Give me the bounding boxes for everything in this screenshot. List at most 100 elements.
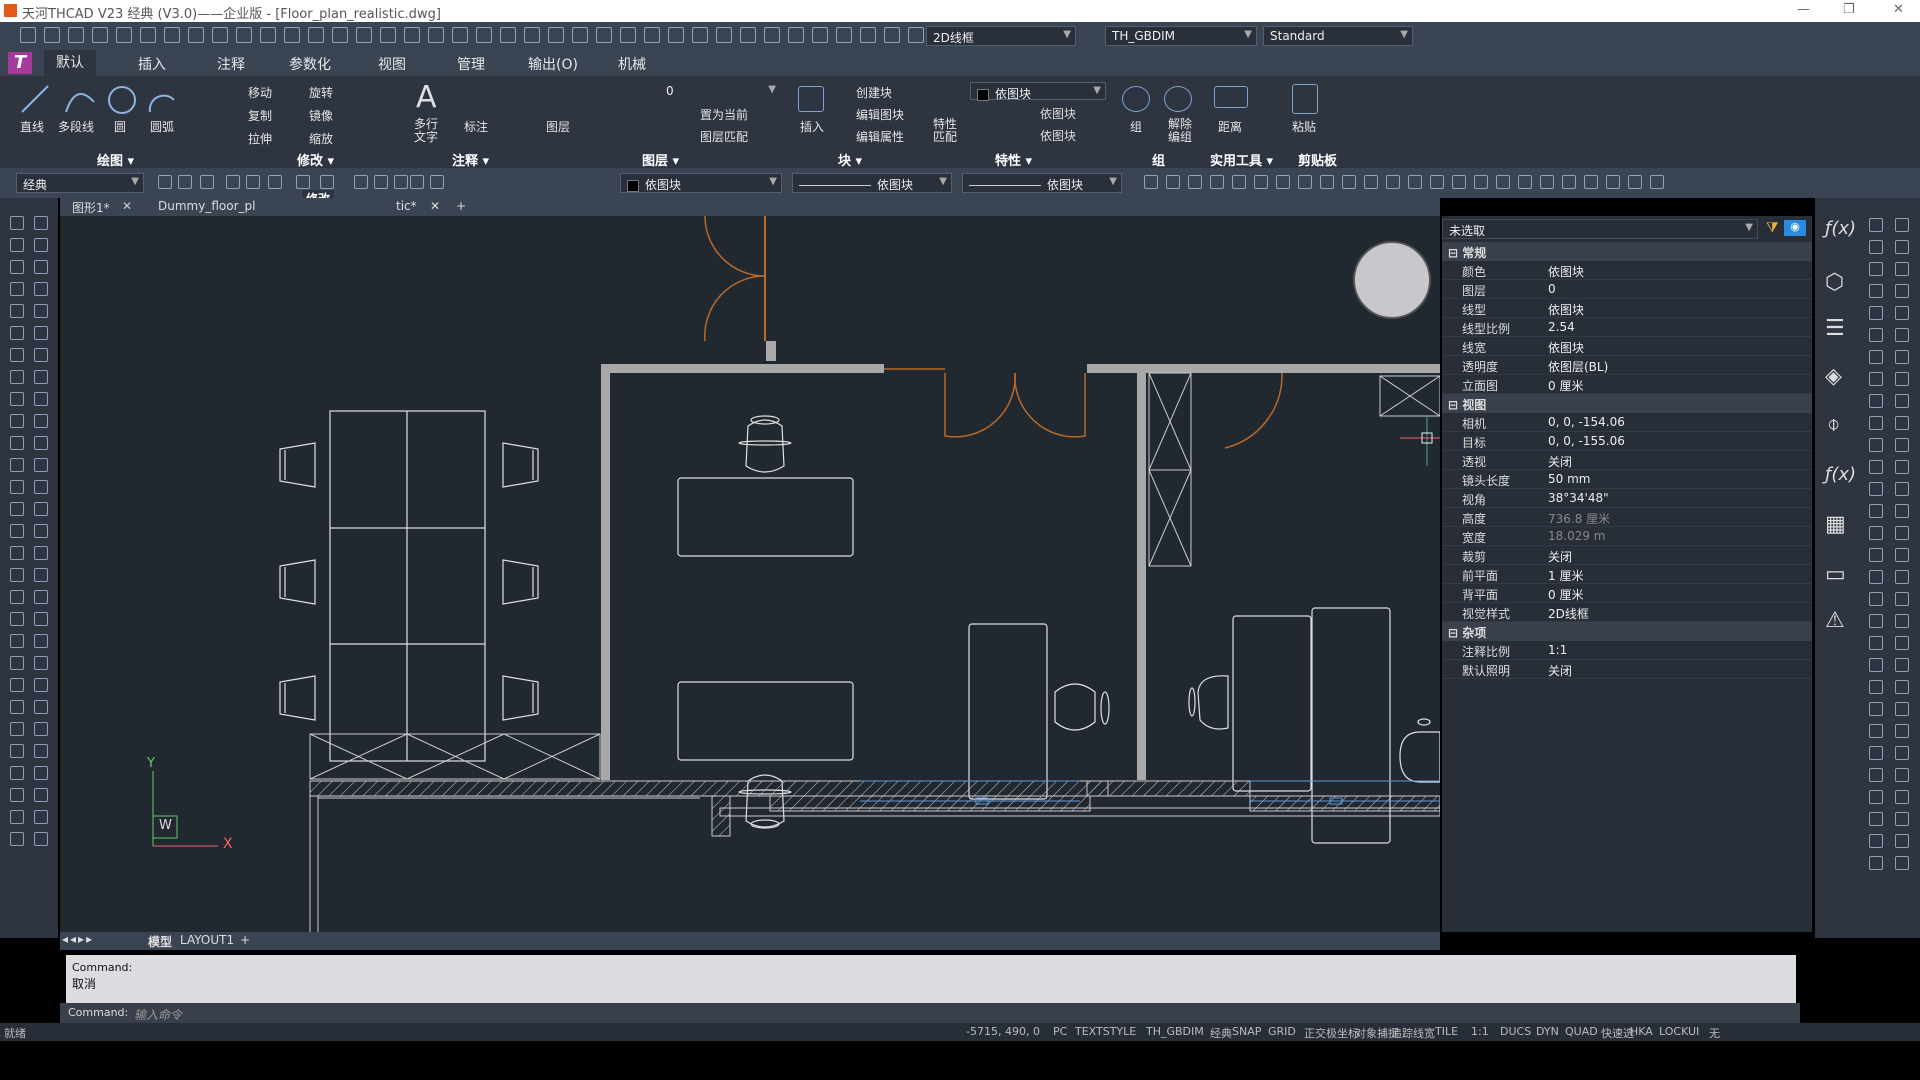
- properties-group-label[interactable]: 特性 ▾: [995, 150, 1032, 169]
- toolbar-icon[interactable]: [1895, 702, 1909, 716]
- property-row[interactable]: 线型 依图块: [1442, 299, 1812, 318]
- property-row[interactable]: 宽度 18.029 m: [1442, 527, 1812, 546]
- layout-nav-arrows[interactable]: ◂◂▸▸: [62, 932, 94, 946]
- minimize-button[interactable]: —: [1797, 2, 1810, 17]
- toolbar-icon[interactable]: [200, 175, 214, 189]
- tab-manage[interactable]: 管理: [457, 54, 485, 74]
- paste-button[interactable]: 粘贴: [1292, 118, 1316, 135]
- toolbar-icon[interactable]: [10, 568, 24, 582]
- toolbar-icon[interactable]: [10, 282, 24, 296]
- mtext-button[interactable]: 多行文字: [414, 118, 444, 144]
- toolbar-icon[interactable]: [44, 27, 60, 43]
- toolbar-icon[interactable]: [34, 480, 48, 494]
- toolbar-icon[interactable]: [10, 634, 24, 648]
- viewcube-compass[interactable]: [1353, 241, 1431, 319]
- toolbar-icon[interactable]: [164, 27, 180, 43]
- toolbar-icon[interactable]: [812, 27, 828, 43]
- color-dropdown[interactable]: 依图块 ▼: [970, 82, 1106, 101]
- toolbar-icon[interactable]: [374, 175, 388, 189]
- toolbar-icon[interactable]: [10, 832, 24, 846]
- toolbar-icon[interactable]: [246, 175, 260, 189]
- tab-parametric[interactable]: 参数化: [289, 54, 331, 74]
- copy-button[interactable]: 复制: [248, 107, 272, 124]
- command-input[interactable]: 输入命令: [134, 1006, 182, 1023]
- polyline-button[interactable]: 多段线: [58, 118, 94, 135]
- toolbar-icon[interactable]: [1895, 812, 1909, 826]
- visual-style-dropdown[interactable]: 2D线框 ▼: [926, 26, 1076, 46]
- restore-button[interactable]: ❐: [1843, 2, 1855, 17]
- toolbar-icon[interactable]: [10, 502, 24, 516]
- toolbar-icon[interactable]: [34, 260, 48, 274]
- toolbar-icon[interactable]: [1144, 175, 1158, 189]
- toolbar-icon[interactable]: [1518, 175, 1532, 189]
- toolbar-icon[interactable]: [34, 414, 48, 428]
- toolbar-icon[interactable]: [548, 27, 564, 43]
- toolbar-icon[interactable]: [1895, 768, 1909, 782]
- property-value[interactable]: 0 厘米: [1548, 586, 1583, 603]
- doc-tab-3[interactable]: tic*: [396, 199, 417, 213]
- toolbar-icon[interactable]: [1869, 636, 1883, 650]
- add-layout-button[interactable]: +: [240, 933, 250, 947]
- toolbar-icon[interactable]: [452, 27, 468, 43]
- toolbar-icon[interactable]: [1895, 262, 1909, 276]
- toolbar-icon[interactable]: [1895, 636, 1909, 650]
- stretch-button[interactable]: 拉伸: [248, 130, 272, 147]
- edit-block-button[interactable]: 编辑图块: [856, 106, 904, 123]
- toolbar-icon[interactable]: [1869, 218, 1883, 232]
- toolbar-icon[interactable]: [1562, 175, 1576, 189]
- property-row[interactable]: 裁剪 关闭: [1442, 546, 1812, 565]
- paperclip-icon[interactable]: ⌽: [1827, 412, 1840, 437]
- warning-icon[interactable]: ⚠: [1825, 608, 1845, 633]
- toolbar-icon[interactable]: [34, 216, 48, 230]
- pickadd-icon[interactable]: ◉: [1784, 220, 1806, 236]
- tab-default[interactable]: 默认: [44, 50, 96, 76]
- toolbar-icon[interactable]: [10, 656, 24, 670]
- toolbar-icon[interactable]: [34, 744, 48, 758]
- toolbar-icon[interactable]: [320, 175, 334, 189]
- property-value[interactable]: 0, 0, -154.06: [1548, 415, 1625, 429]
- toolbar-icon[interactable]: [1869, 702, 1883, 716]
- circle-button[interactable]: 圆: [114, 118, 126, 135]
- doc-tab-drawing1[interactable]: 图形1*: [72, 199, 110, 216]
- toolbar-icon[interactable]: [1895, 350, 1909, 364]
- toolbar-icon[interactable]: [1386, 175, 1400, 189]
- toolbar-icon[interactable]: [34, 502, 48, 516]
- property-row[interactable]: 透明度 依图层(BL): [1442, 356, 1812, 375]
- toolbar-icon[interactable]: [1540, 175, 1554, 189]
- toolbar-icon[interactable]: [1869, 592, 1883, 606]
- tab-output[interactable]: 输出(O): [528, 54, 578, 74]
- toolbar-icon[interactable]: [34, 238, 48, 252]
- toolbar-icon[interactable]: [10, 392, 24, 406]
- modify-group-label[interactable]: 修改 ▾: [297, 150, 334, 169]
- toolbar-icon[interactable]: [1584, 175, 1598, 189]
- toolbar-icon[interactable]: [34, 612, 48, 626]
- toolbar-icon[interactable]: [1869, 262, 1883, 276]
- toolbar-icon[interactable]: [92, 27, 108, 43]
- toolbar-icon[interactable]: [10, 480, 24, 494]
- linetype-dropdown-classic[interactable]: 依图块 ▼: [792, 173, 952, 193]
- property-value[interactable]: 18.029 m: [1548, 529, 1606, 543]
- cube-icon[interactable]: ⬡: [1825, 270, 1844, 295]
- toolbar-icon[interactable]: [428, 27, 444, 43]
- toolbar-icon[interactable]: [10, 370, 24, 384]
- toolbar-icon[interactable]: [1869, 856, 1883, 870]
- tab-view[interactable]: 视图: [378, 54, 406, 74]
- toolbar-icon[interactable]: [1895, 306, 1909, 320]
- toolbar-icon[interactable]: [1895, 416, 1909, 430]
- status-toggle[interactable]: 正交: [1304, 1025, 1326, 1041]
- toolbar-icon[interactable]: [68, 27, 84, 43]
- line-button[interactable]: 直线: [20, 118, 44, 135]
- layers-icon[interactable]: ◈: [1825, 364, 1842, 389]
- toolbar-icon[interactable]: [572, 27, 588, 43]
- layer-button[interactable]: 图层: [546, 118, 570, 135]
- toolbar-icon[interactable]: [1232, 175, 1246, 189]
- toolbar-icon[interactable]: [764, 27, 780, 43]
- toolbar-icon[interactable]: [860, 27, 876, 43]
- toolbar-icon[interactable]: [668, 27, 684, 43]
- toolbar-icon[interactable]: [10, 766, 24, 780]
- property-row[interactable]: 立面图 0 厘米: [1442, 375, 1812, 394]
- status-toggle[interactable]: DUCS: [1500, 1025, 1531, 1038]
- linetype-value[interactable]: 依图块: [1040, 105, 1076, 122]
- tab-annotate[interactable]: 注释: [217, 54, 245, 74]
- toolbar-icon[interactable]: [10, 238, 24, 252]
